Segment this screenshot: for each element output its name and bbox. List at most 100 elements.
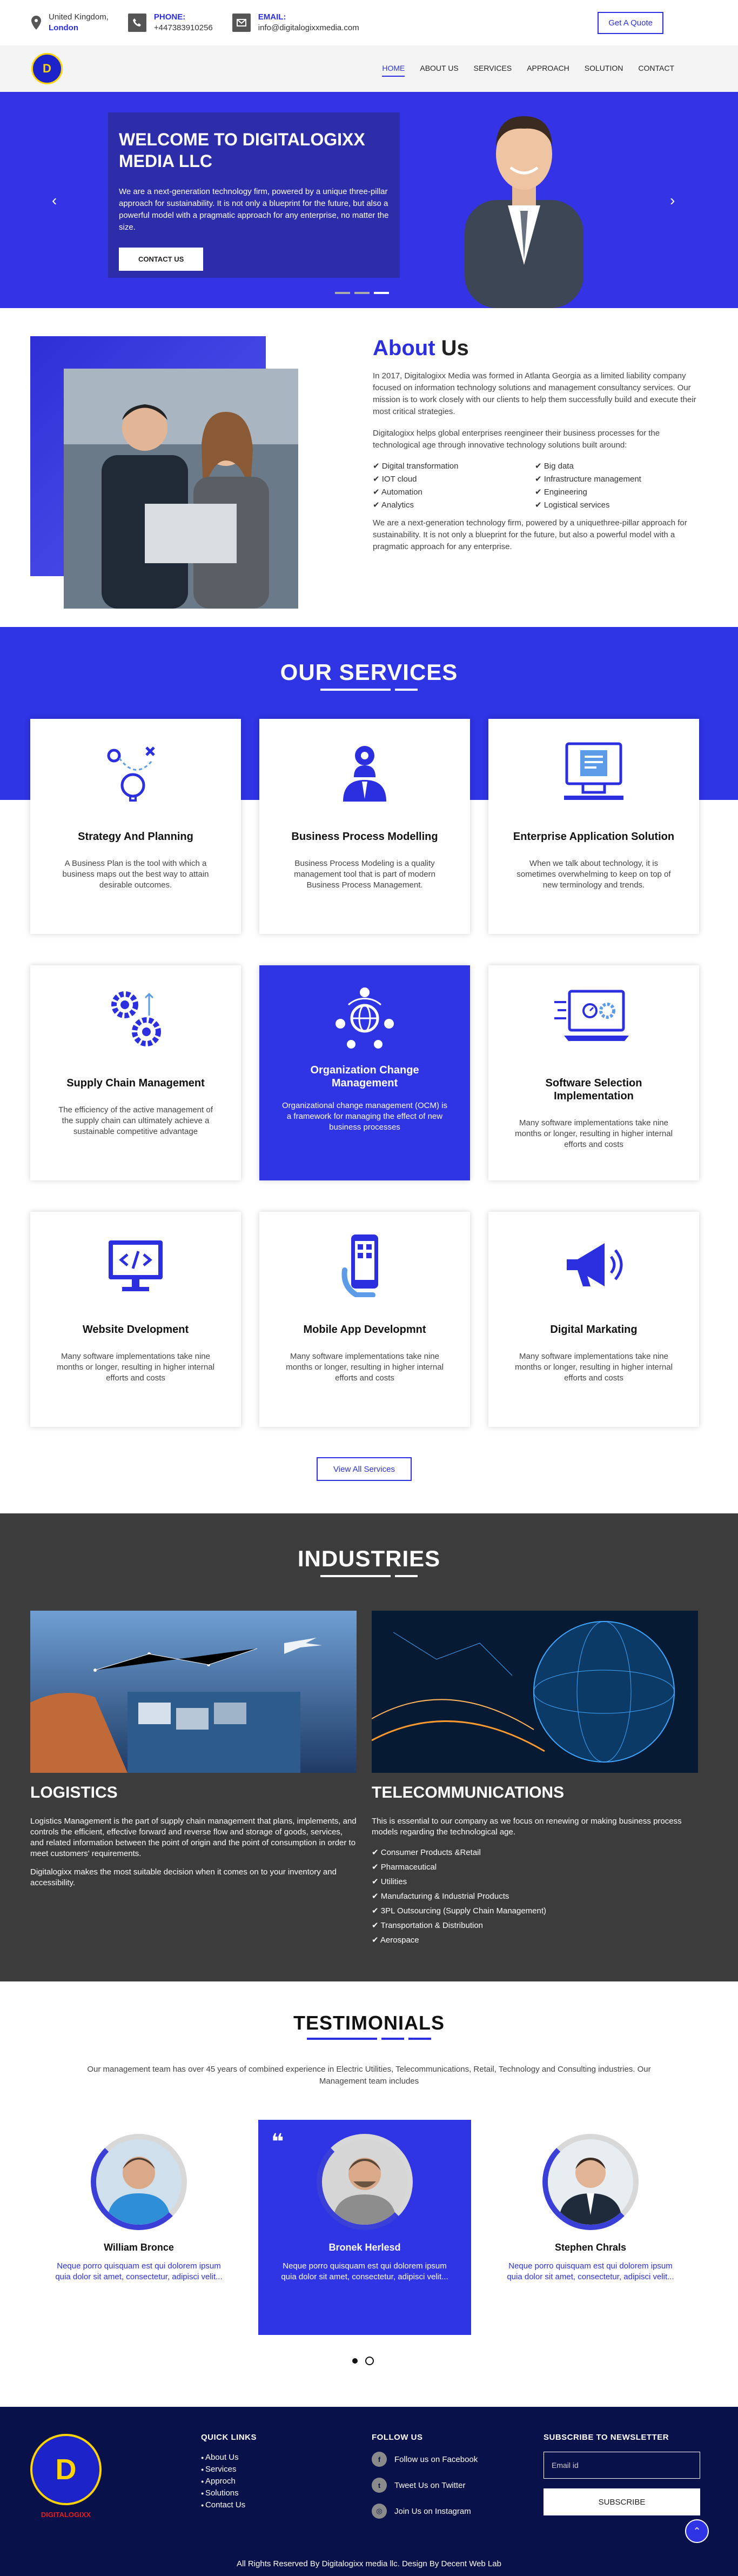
list-item: Aerospace xyxy=(372,1933,698,1947)
service-text: Many software implementations take nine … xyxy=(57,1352,214,1383)
slider-dot-3[interactable] xyxy=(374,292,389,294)
phone-value[interactable]: +447383910256 xyxy=(154,23,213,32)
email-label: EMAIL: xyxy=(258,12,286,22)
back-to-top-button[interactable]: ⌃ xyxy=(685,2519,709,2543)
nav-contact[interactable]: CONTACT xyxy=(638,61,674,77)
application-icon xyxy=(564,742,623,800)
footer-link-contact[interactable]: Contact Us xyxy=(201,2499,257,2511)
service-title: Strategy And Planning xyxy=(78,831,193,843)
nav-home[interactable]: HOME xyxy=(382,61,405,77)
footer-link-solutions[interactable]: Solutions xyxy=(201,2487,257,2499)
footer-link-approach[interactable]: Approch xyxy=(201,2475,257,2487)
service-title: Supply Chain Management xyxy=(66,1077,205,1089)
about-list-item: Engineering xyxy=(535,487,697,497)
telecom-list: Consumer Products &Retail Pharmaceutical… xyxy=(372,1845,698,1947)
about-title-rest: Us xyxy=(435,336,469,360)
service-title: Digital Markating xyxy=(550,1324,638,1336)
telecom-column: TELECOMMUNICATIONS This is essential to … xyxy=(372,1784,698,1947)
envelope-icon xyxy=(232,14,251,32)
newsletter-email-input[interactable] xyxy=(544,2452,700,2479)
hero-title: WELCOME TO DIGITALOGIXX MEDIA LLC xyxy=(119,130,365,171)
main-nav: D HOME ABOUT US SERVICES APPROACH SOLUTI… xyxy=(0,45,738,92)
slider-dot-1[interactable] xyxy=(335,292,350,294)
top-bar: United Kingdom, London PHONE: +44738391025… xyxy=(0,0,738,45)
service-text: Business Process Modeling is a quality m… xyxy=(294,859,435,890)
service-card-supply-chain[interactable]: Supply Chain Management The efficiency o… xyxy=(30,965,241,1180)
twitter-label: Tweet Us on Twitter xyxy=(394,2480,466,2490)
slider-next-arrow[interactable]: › xyxy=(670,192,675,209)
slider-dot-2[interactable] xyxy=(354,292,370,294)
get-a-quote-button[interactable]: Get A Quote xyxy=(598,11,663,34)
service-text: Many software implementations take nine … xyxy=(515,1118,673,1149)
service-card-change-management[interactable]: Organization Change Management Organizat… xyxy=(259,965,470,1180)
about-list-item: Infrastructure management xyxy=(535,474,697,484)
twitter-link[interactable]: t Tweet Us on Twitter xyxy=(372,2478,478,2493)
nav-approach[interactable]: APPROACH xyxy=(527,61,569,77)
contact-us-button[interactable]: CONTACT US xyxy=(119,248,204,271)
logo-letter: D xyxy=(43,62,51,75)
about-list-item: Digital transformation xyxy=(373,461,535,471)
services-title: OUR SERVICES xyxy=(280,659,458,685)
nav-about-us[interactable]: ABOUT US xyxy=(420,61,458,77)
service-card-software-selection[interactable]: Software Selection Implementation Many s… xyxy=(488,965,699,1180)
logistics-para-1: Logistics Management is the part of supp… xyxy=(30,1817,357,1858)
service-card-enterprise[interactable]: Enterprise Application Solution When we … xyxy=(488,719,699,934)
slider-prev-arrow[interactable]: ‹ xyxy=(52,192,57,209)
service-title: Mobile App Developmnt xyxy=(303,1324,426,1336)
newsletter: SUBSCRIBE TO NEWSLETTER SUBSCRIBE xyxy=(544,2433,700,2515)
about-list-item: Analytics xyxy=(373,500,535,510)
about-list-item: Big data xyxy=(535,461,697,471)
about-title: About Us xyxy=(373,336,697,361)
testimonial-dot-2[interactable] xyxy=(365,2357,374,2365)
phone-info: PHONE: +447383910256 xyxy=(128,12,213,34)
email-value[interactable]: info@digitalogixxmedia.com xyxy=(258,23,359,32)
footer-logo[interactable]: D xyxy=(30,2434,102,2505)
testimonial-text: Neque porro quisquam est qui dolorem ips… xyxy=(281,2261,448,2281)
footer-logo-letter: D xyxy=(55,2453,77,2486)
service-card-mobile-app[interactable]: Mobile App Developmnt Many software impl… xyxy=(259,1212,470,1427)
services-grid: Strategy And Planning A Business Plan is… xyxy=(30,719,700,1427)
footer-link-services[interactable]: Services xyxy=(201,2464,257,2475)
business-team-image xyxy=(64,369,298,609)
location-line1: United Kingdom, xyxy=(49,12,109,22)
service-title: Software Selection Implementation xyxy=(545,1077,642,1102)
about-list-item: Automation xyxy=(373,487,535,497)
nav-services[interactable]: SERVICES xyxy=(474,61,512,77)
location-line2: London xyxy=(49,23,78,32)
footer-logo-text: DIGITALOGIXX xyxy=(41,2511,91,2519)
list-item: Utilities xyxy=(372,1874,698,1889)
email-info: EMAIL: info@digitalogixxmedia.com xyxy=(232,12,359,34)
instagram-link[interactable]: ◎ Join Us on Instagram xyxy=(372,2504,478,2519)
chevron-up-icon: ⌃ xyxy=(693,2525,701,2537)
service-card-website[interactable]: Website Dvelopment Many software impleme… xyxy=(30,1212,241,1427)
service-card-digital-marketing[interactable]: Digital Markating Many software implemen… xyxy=(488,1212,699,1427)
view-all-services-button[interactable]: View All Services xyxy=(317,1457,412,1481)
service-card-process[interactable]: Business Process Modelling Business Proc… xyxy=(259,719,470,934)
phone-icon xyxy=(128,14,146,32)
facebook-link[interactable]: f Follow us on Facebook xyxy=(372,2452,478,2467)
logistics-title: LOGISTICS xyxy=(30,1784,118,1801)
newsletter-title: SUBSCRIBE TO NEWSLETTER xyxy=(544,2433,669,2442)
services-section: OUR SERVICES Strategy And Planning A Bus… xyxy=(0,627,738,1513)
telecom-title: TELECOMMUNICATIONS xyxy=(372,1784,565,1801)
title-underline xyxy=(0,1575,738,1577)
about-content: About Us In 2017, Digitalogixx Media was… xyxy=(373,336,697,563)
nav-solution[interactable]: SOLUTION xyxy=(585,61,623,77)
site-logo[interactable]: D xyxy=(31,53,63,84)
service-card-strategy[interactable]: Strategy And Planning A Business Plan is… xyxy=(30,719,241,934)
service-text: The efficiency of the active management … xyxy=(58,1105,213,1136)
avatar xyxy=(91,2134,187,2230)
avatar xyxy=(317,2134,413,2230)
footer-link-about[interactable]: About Us xyxy=(201,2452,257,2464)
testimonial-card: Stephen Chrals Neque porro quisquam est … xyxy=(484,2120,697,2335)
testimonial-text: Neque porro quisquam est qui dolorem ips… xyxy=(507,2261,674,2281)
about-para-1: In 2017, Digitalogixx Media was formed i… xyxy=(373,371,696,416)
list-item: Consumer Products &Retail xyxy=(372,1845,698,1860)
telecom-para: This is essential to our company as we f… xyxy=(372,1817,682,1837)
subscribe-button[interactable]: SUBSCRIBE xyxy=(544,2488,700,2515)
testimonial-dot-1[interactable] xyxy=(352,2358,358,2364)
industries-section: INDUSTRIES LOGISTICS Logistics Managemen… xyxy=(0,1513,738,1981)
megaphone-icon xyxy=(567,1243,623,1286)
instagram-icon: ◎ xyxy=(372,2504,387,2519)
service-title: Organization Change Management xyxy=(310,1064,419,1089)
